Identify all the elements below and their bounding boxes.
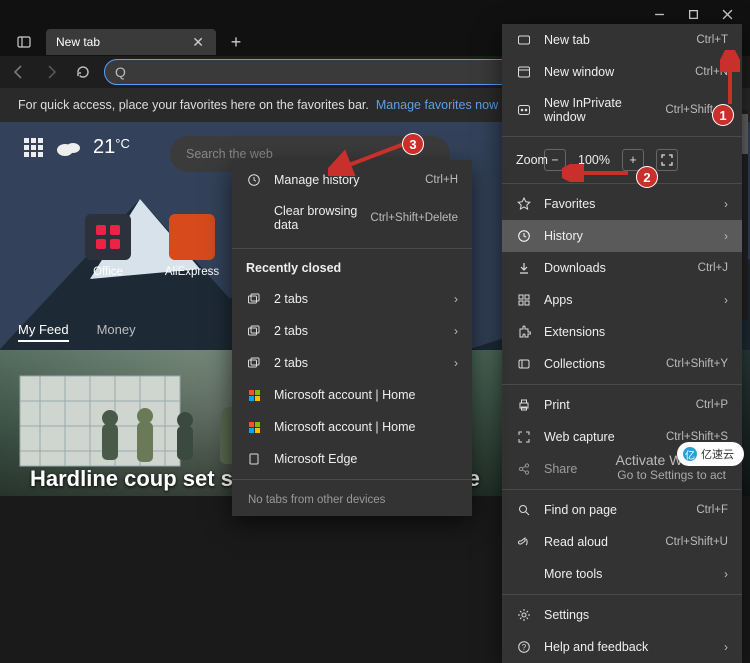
history-icon [246, 172, 262, 188]
menu-extensions[interactable]: Extensions [502, 316, 742, 348]
chevron-right-icon: › [724, 567, 728, 581]
menu-read-aloud[interactable]: Read aloudCtrl+Shift+U [502, 526, 742, 558]
feed-tab-myfeed[interactable]: My Feed [18, 322, 69, 342]
share-icon [516, 461, 532, 477]
recent-item[interactable]: Microsoft account | Home [232, 379, 472, 411]
menu-downloads[interactable]: DownloadsCtrl+J [502, 252, 742, 284]
weather-cloud-icon [55, 139, 81, 157]
chevron-right-icon: › [454, 324, 458, 338]
new-tab-button[interactable]: + [222, 32, 250, 53]
back-button[interactable] [8, 61, 30, 83]
print-icon [516, 397, 532, 413]
forward-button[interactable] [40, 61, 62, 83]
recent-item[interactable]: 2 tabs› [232, 347, 472, 379]
gear-icon [516, 607, 532, 623]
collections-icon [516, 356, 532, 372]
tutorial-arrow-2 [562, 164, 632, 182]
menu-favorites[interactable]: Favorites› [502, 188, 742, 220]
menu-more-tools[interactable]: More tools› [502, 558, 742, 590]
chevron-right-icon: › [454, 356, 458, 370]
history-icon [516, 228, 532, 244]
tutorial-step-2-badge: 2 [636, 166, 658, 188]
extension-icon [516, 324, 532, 340]
tutorial-arrow-3 [328, 140, 408, 176]
recent-item[interactable]: Microsoft Edge [232, 443, 472, 475]
recent-item[interactable]: 2 tabs› [232, 283, 472, 315]
tab-icon [516, 32, 532, 48]
quicklink-office[interactable]: Office [80, 214, 136, 278]
chevron-right-icon: › [724, 197, 728, 211]
feed-tab-money[interactable]: Money [97, 322, 136, 342]
source-watermark: 亿亿速云 [677, 442, 744, 466]
tab-close-icon[interactable]: ✕ [190, 34, 206, 51]
quicklink-aliexpress[interactable]: AliExpress [164, 214, 220, 278]
ms-logo-icon [246, 387, 262, 403]
chevron-right-icon: › [454, 292, 458, 306]
star-icon [516, 196, 532, 212]
recent-item[interactable]: 2 tabs› [232, 315, 472, 347]
menu-find[interactable]: Find on pageCtrl+F [502, 494, 742, 526]
window-icon [516, 64, 532, 80]
page-icon [246, 451, 262, 467]
temperature-readout: 21°C [93, 136, 130, 159]
chevron-right-icon: › [724, 229, 728, 243]
history-no-other-devices: No tabs from other devices [232, 484, 472, 516]
capture-icon [516, 429, 532, 445]
manage-favorites-link[interactable]: Manage favorites now [376, 98, 498, 112]
help-icon: ? [516, 639, 532, 655]
refresh-button[interactable] [72, 61, 94, 83]
svg-text:?: ? [522, 643, 527, 652]
menu-new-window[interactable]: New windowCtrl+N [502, 56, 742, 88]
tabs-icon [246, 355, 262, 371]
tutorial-step-3-badge: 3 [402, 133, 424, 155]
menu-new-tab[interactable]: New tabCtrl+T [502, 24, 742, 56]
recent-item[interactable]: Microsoft account | Home [232, 411, 472, 443]
tabs-icon [246, 323, 262, 339]
tabs-icon [246, 291, 262, 307]
menu-new-inprivate[interactable]: New InPrivate windowCtrl+Shift+N [502, 88, 742, 132]
ms-logo-icon [246, 419, 262, 435]
fullscreen-button[interactable] [656, 149, 678, 171]
inprivate-icon [516, 102, 532, 118]
settings-and-more-menu: New tabCtrl+T New windowCtrl+N New InPri… [502, 24, 742, 663]
menu-help[interactable]: ?Help and feedback› [502, 631, 742, 663]
chevron-right-icon: › [724, 640, 728, 654]
menu-settings[interactable]: Settings [502, 599, 742, 631]
menu-collections[interactable]: CollectionsCtrl+Shift+Y [502, 348, 742, 380]
chevron-right-icon: › [724, 293, 728, 307]
menu-apps[interactable]: Apps› [502, 284, 742, 316]
app-launcher-icon[interactable] [24, 138, 43, 157]
tutorial-arrow-1 [720, 50, 740, 108]
menu-print[interactable]: PrintCtrl+P [502, 389, 742, 421]
menu-history[interactable]: History› [502, 220, 742, 252]
history-clear[interactable]: Clear browsing dataCtrl+Shift+Delete [232, 196, 472, 240]
recently-closed-heading: Recently closed [232, 253, 472, 283]
apps-icon [516, 292, 532, 308]
tab-label: New tab [56, 35, 190, 49]
search-icon: Q [115, 64, 126, 80]
find-icon [516, 502, 532, 518]
tab-actions-button[interactable] [10, 28, 38, 56]
browser-tab-active[interactable]: New tab ✕ [46, 29, 216, 55]
history-submenu: Manage historyCtrl+H Clear browsing data… [232, 160, 472, 516]
tutorial-step-1-badge: 1 [712, 104, 734, 126]
download-icon [516, 260, 532, 276]
read-aloud-icon [516, 534, 532, 550]
